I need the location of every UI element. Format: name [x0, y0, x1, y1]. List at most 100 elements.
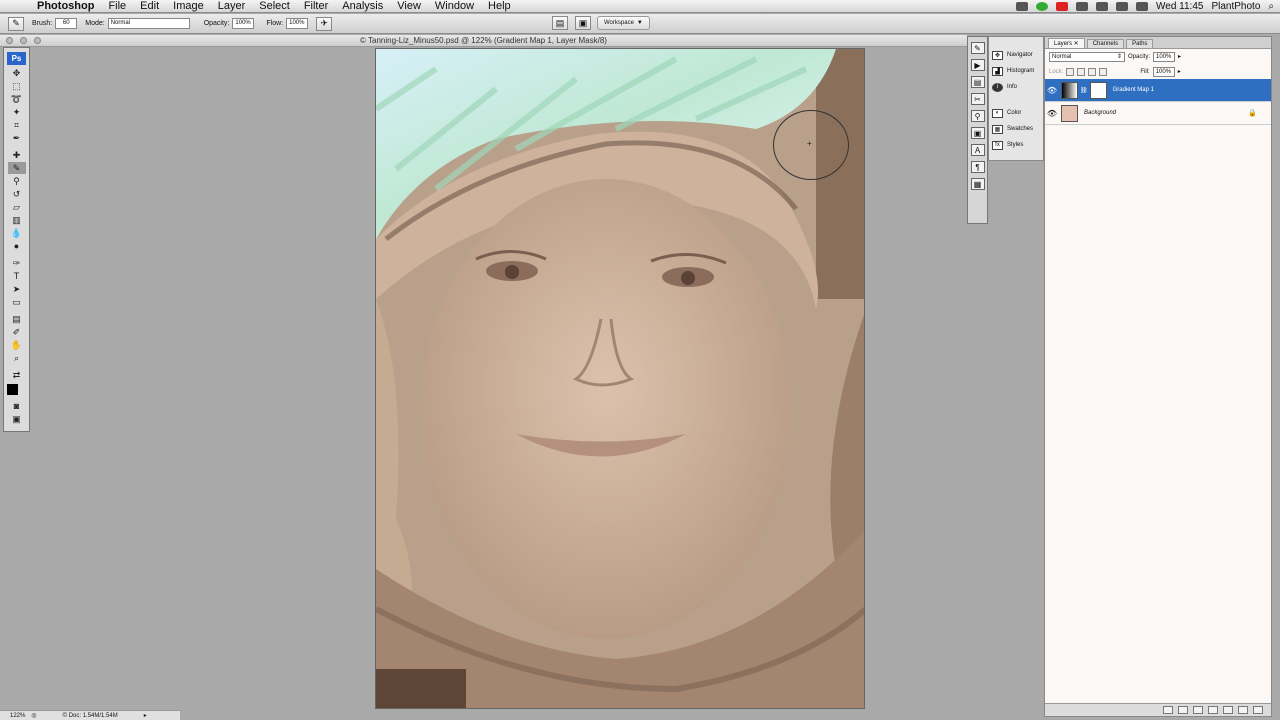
- menu-filter[interactable]: Filter: [297, 0, 335, 13]
- clone-stamp-tool-icon[interactable]: ⚲: [8, 175, 26, 187]
- color-panel-item[interactable]: ◐ Color: [989, 105, 1043, 121]
- layer-style-icon[interactable]: [1178, 706, 1188, 714]
- blur-tool-icon[interactable]: 💧: [8, 227, 26, 239]
- eye-icon[interactable]: 👁: [1045, 109, 1059, 118]
- zoom-window-icon[interactable]: [34, 37, 41, 44]
- minimize-window-icon[interactable]: [20, 37, 27, 44]
- new-layer-icon[interactable]: [1238, 706, 1248, 714]
- navigator-panel-item[interactable]: ✥ Navigator: [989, 47, 1043, 63]
- volume-icon[interactable]: [1136, 2, 1148, 11]
- time-machine-icon[interactable]: [1076, 2, 1088, 11]
- eye-icon[interactable]: 👁: [1045, 86, 1059, 95]
- dodge-tool-icon[interactable]: ●: [8, 240, 26, 252]
- histogram-panel-item[interactable]: ▟ Histogram: [989, 63, 1043, 79]
- lock-position-icon[interactable]: [1088, 67, 1097, 76]
- notes-panel-icon[interactable]: ▦: [970, 178, 985, 190]
- notes-tool-icon[interactable]: ▤: [8, 313, 26, 325]
- flow-field[interactable]: 100%: [286, 18, 309, 29]
- close-window-icon[interactable]: [6, 37, 13, 44]
- layer-row-gradient-map[interactable]: 👁 ⛓ Gradient Map 1: [1045, 79, 1271, 102]
- crop-tool-icon[interactable]: ⌗: [8, 119, 26, 131]
- tab-channels[interactable]: Channels: [1086, 39, 1125, 48]
- shape-tool-icon[interactable]: ▭: [8, 296, 26, 308]
- hand-tool-icon[interactable]: ✋: [8, 339, 26, 351]
- menu-view[interactable]: View: [390, 0, 428, 13]
- status-arrow-icon[interactable]: ▸: [144, 712, 147, 719]
- tool-presets-icon[interactable]: ▤: [552, 16, 568, 30]
- link-layers-icon[interactable]: [1163, 706, 1173, 714]
- workspace-button[interactable]: Workspace ▼: [597, 16, 650, 30]
- spotlight-icon[interactable]: ⌕: [1268, 1, 1274, 12]
- menu-image[interactable]: Image: [166, 0, 211, 13]
- layer-comps-icon[interactable]: ▣: [970, 127, 985, 139]
- tools-presets-icon[interactable]: ✂: [970, 93, 985, 105]
- eyedropper-tool-icon[interactable]: ✒: [8, 132, 26, 144]
- layers-opacity-field[interactable]: 100%: [1153, 51, 1176, 62]
- move-tool-icon[interactable]: ✥: [8, 67, 26, 79]
- brush-tool-icon[interactable]: ✎: [7, 162, 26, 174]
- layer-mask-thumbnail[interactable]: [1089, 81, 1107, 99]
- add-mask-icon[interactable]: [1193, 706, 1203, 714]
- quick-mask-icon[interactable]: ◙: [8, 400, 26, 412]
- menu-edit[interactable]: Edit: [133, 0, 166, 13]
- swap-colors-icon[interactable]: ⇄: [8, 369, 26, 381]
- path-selection-tool-icon[interactable]: ➤: [8, 283, 26, 295]
- paragraph-panel-icon[interactable]: ¶: [970, 161, 985, 173]
- menu-select[interactable]: Select: [252, 0, 297, 13]
- menu-analysis[interactable]: Analysis: [335, 0, 390, 13]
- menu-window[interactable]: Window: [428, 0, 481, 13]
- magic-wand-tool-icon[interactable]: ✦: [8, 106, 26, 118]
- trash-icon[interactable]: [1253, 706, 1263, 714]
- eraser-tool-icon[interactable]: ▱: [8, 201, 26, 213]
- type-tool-icon[interactable]: T: [8, 270, 26, 282]
- link-icon[interactable]: ⛓: [1080, 87, 1088, 94]
- marquee-tool-icon[interactable]: ⬚: [8, 80, 26, 92]
- fill-arrow-icon[interactable]: ▸: [1178, 68, 1181, 75]
- gradient-tool-icon[interactable]: ▥: [8, 214, 26, 226]
- record-icon[interactable]: [1056, 2, 1068, 11]
- menu-layer[interactable]: Layer: [211, 0, 253, 13]
- lasso-tool-icon[interactable]: ➰: [8, 93, 26, 105]
- menu-app-name[interactable]: Photoshop: [30, 0, 101, 13]
- zoom-level[interactable]: 122%: [10, 713, 25, 719]
- swatches-panel-item[interactable]: ▦ Swatches: [989, 121, 1043, 137]
- healing-brush-tool-icon[interactable]: ✚: [8, 149, 26, 161]
- opacity-arrow-icon[interactable]: ▸: [1178, 53, 1181, 60]
- brush-tool-preset-icon[interactable]: ✎: [8, 16, 24, 31]
- blend-mode-select[interactable]: Normal ⇕: [1049, 51, 1125, 62]
- history-panel-icon[interactable]: ▤: [970, 76, 985, 88]
- screen-mode-icon[interactable]: ▣: [8, 413, 26, 425]
- fill-field[interactable]: 100%: [1152, 66, 1175, 77]
- bluetooth-icon[interactable]: [1096, 2, 1108, 11]
- adjustment-layer-icon[interactable]: [1208, 706, 1218, 714]
- zoom-tool-icon[interactable]: ⌕: [8, 352, 26, 364]
- history-brush-tool-icon[interactable]: ↺: [8, 188, 26, 200]
- mode-select[interactable]: Normal: [107, 18, 190, 29]
- info-panel-item[interactable]: i Info: [989, 79, 1043, 95]
- new-group-icon[interactable]: [1223, 706, 1233, 714]
- menu-help[interactable]: Help: [481, 0, 518, 13]
- foreground-color-swatch[interactable]: [7, 384, 18, 395]
- tab-layers[interactable]: Layers ✕: [1048, 38, 1085, 48]
- pen-tool-icon[interactable]: ✑: [8, 257, 26, 269]
- lock-pixels-icon[interactable]: [1077, 67, 1086, 76]
- brush-size-picker[interactable]: 60: [55, 18, 78, 29]
- menu-file[interactable]: File: [101, 0, 133, 13]
- lock-transparent-icon[interactable]: [1066, 67, 1075, 76]
- sync-icon[interactable]: [1036, 2, 1048, 11]
- wifi-icon[interactable]: [1116, 2, 1128, 11]
- clone-source-icon[interactable]: ⚲: [970, 110, 985, 122]
- opacity-field[interactable]: 100%: [232, 18, 255, 29]
- ruler-eyedropper-tool-icon[interactable]: ✐: [8, 326, 26, 338]
- lock-all-icon[interactable]: [1099, 67, 1108, 76]
- layer-row-background[interactable]: 👁 Background 🔒: [1045, 102, 1271, 125]
- tab-paths[interactable]: Paths: [1126, 39, 1154, 48]
- status-bridge-icon[interactable]: ◎: [31, 712, 36, 719]
- character-panel-icon[interactable]: A: [970, 144, 985, 156]
- actions-panel-icon[interactable]: ▶: [970, 59, 985, 71]
- brushes-panel-icon[interactable]: ✎: [970, 42, 985, 54]
- bridge-icon[interactable]: ▣: [575, 16, 591, 30]
- battery-icon[interactable]: [1016, 2, 1028, 11]
- user-name[interactable]: PlantPhoto: [1211, 1, 1260, 12]
- styles-panel-item[interactable]: fx Styles: [989, 137, 1043, 153]
